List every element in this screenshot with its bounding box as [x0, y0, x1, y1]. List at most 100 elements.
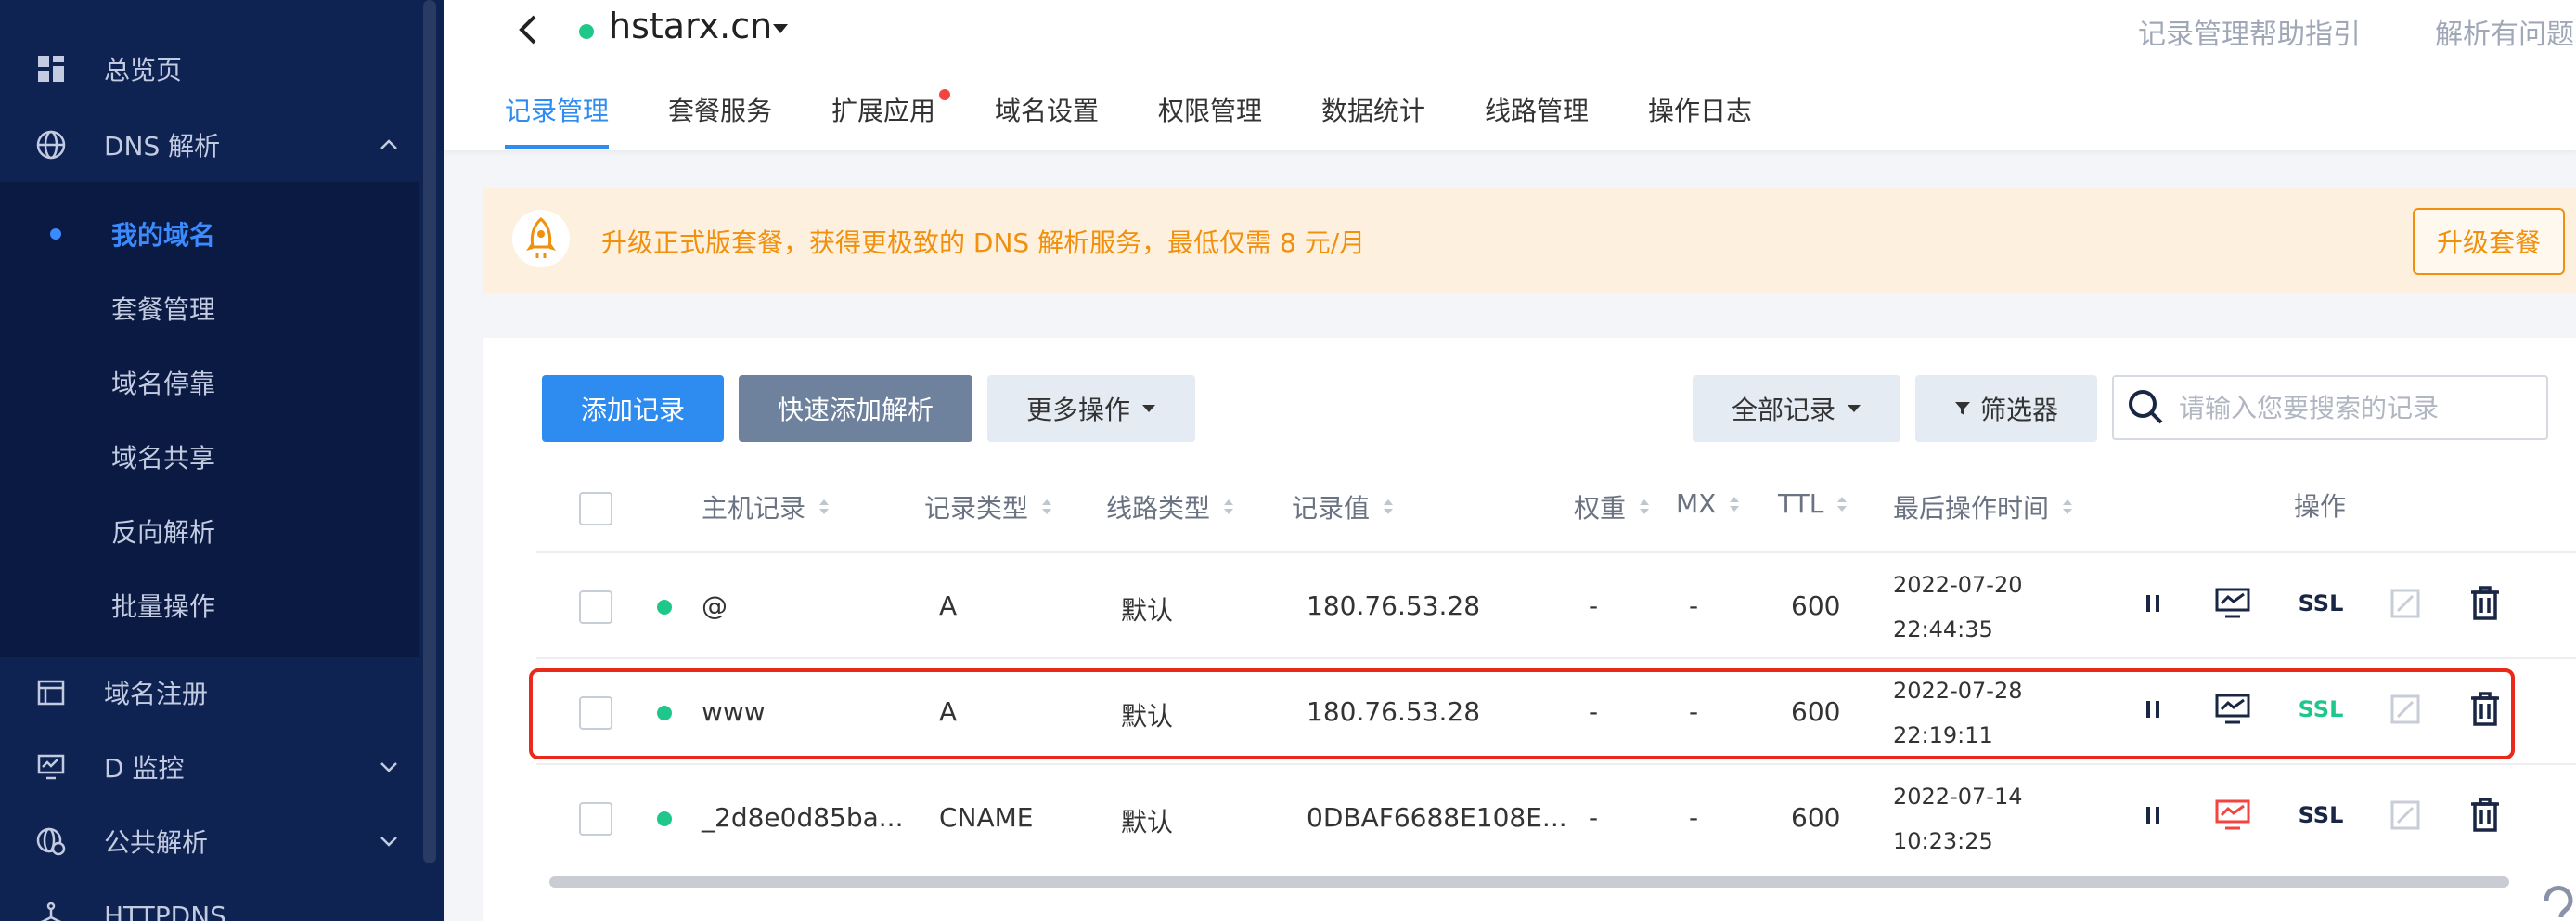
sidebar-item-public-dns[interactable]: 公共解析 — [0, 804, 419, 878]
column-value-label: 记录值 — [1292, 493, 1371, 524]
status-dot — [657, 811, 672, 826]
column-type[interactable]: 记录类型 — [924, 488, 1052, 525]
cell-date: 2022-07-14 — [1893, 784, 2023, 810]
sort-icon — [1224, 499, 1234, 514]
all-records-dropdown[interactable]: 全部记录 — [1693, 375, 1900, 442]
sidebar-item-label: DNS 解析 — [104, 131, 221, 162]
delete-icon[interactable] — [2465, 583, 2505, 624]
dashboard-icon — [35, 53, 67, 84]
caret-down-icon — [1142, 405, 1155, 412]
domain-status-dot — [579, 24, 594, 39]
quick-add-button[interactable]: 快速添加解析 — [739, 375, 972, 442]
select-all-checkbox[interactable] — [579, 492, 612, 525]
sidebar-scrollbar[interactable] — [423, 0, 436, 863]
tab-operation-log[interactable]: 操作日志 — [1648, 91, 1752, 128]
column-weight[interactable]: 权重 — [1574, 488, 1650, 525]
cell-mx: - — [1689, 590, 1699, 621]
cell-mx: - — [1689, 802, 1699, 833]
search-box[interactable] — [2112, 375, 2548, 440]
sort-icon — [1837, 496, 1848, 512]
help-guide-link[interactable]: 记录管理帮助指引 — [2138, 11, 2361, 52]
help-float-icon[interactable] — [2533, 856, 2576, 921]
chevron-down-icon — [375, 827, 403, 855]
monitor-icon — [35, 751, 67, 783]
sidebar-subitem-label: 域名共享 — [111, 443, 216, 473]
tab-extensions[interactable]: 扩展应用 — [831, 91, 935, 128]
network-icon — [35, 900, 67, 921]
upgrade-package-button[interactable]: 升级套餐 — [2413, 208, 2565, 275]
ssl-button[interactable]: SSL — [2296, 795, 2346, 836]
tab-permissions[interactable]: 权限管理 — [1158, 91, 1262, 128]
edit-icon[interactable] — [2385, 795, 2426, 836]
sidebar-subitem-batch[interactable]: 批量操作 — [0, 568, 419, 642]
sidebar-item-httpdns[interactable]: HTTPDNS — [0, 878, 419, 921]
tab-statistics[interactable]: 数据统计 — [1321, 91, 1425, 128]
tab-domain-settings[interactable]: 域名设置 — [995, 91, 1099, 128]
column-mx[interactable]: MX — [1676, 488, 1740, 519]
column-host[interactable]: 主机记录 — [702, 488, 830, 525]
sidebar-subitem-package[interactable]: 套餐管理 — [0, 271, 419, 345]
add-record-button[interactable]: 添加记录 — [542, 375, 724, 442]
ssl-button[interactable]: SSL — [2296, 583, 2346, 624]
cell-ttl: 600 — [1791, 802, 1841, 833]
cell-date: 2022-07-20 — [1893, 572, 2023, 598]
more-actions-button[interactable]: 更多操作 — [987, 375, 1195, 442]
tab-line-management[interactable]: 线路管理 — [1485, 91, 1589, 128]
sidebar-subitem-reverse[interactable]: 反向解析 — [0, 494, 419, 568]
row-divider — [536, 763, 2576, 765]
sidebar-item-label: D 监控 — [104, 753, 185, 784]
row-divider — [536, 657, 2576, 659]
sidebar-item-monitor[interactable]: D 监控 — [0, 730, 419, 804]
sidebar-item-domain-register[interactable]: 域名注册 — [0, 655, 419, 730]
more-actions-label: 更多操作 — [1025, 395, 1130, 425]
highlight-box — [529, 668, 2515, 759]
all-records-label: 全部记录 — [1731, 395, 1835, 425]
sidebar-subitem-parking[interactable]: 域名停靠 — [0, 345, 419, 420]
sidebar-item-dns[interactable]: DNS 解析 — [0, 108, 419, 182]
edit-icon[interactable] — [2385, 583, 2426, 624]
row-divider — [536, 551, 2576, 553]
sidebar-item-label: 总览页 — [104, 55, 183, 85]
back-arrow-icon[interactable] — [509, 7, 546, 52]
search-input[interactable] — [2179, 377, 2541, 438]
monitor-icon[interactable] — [2212, 583, 2253, 624]
sidebar-item-overview[interactable]: 总览页 — [0, 32, 419, 106]
sort-icon — [1042, 499, 1052, 514]
caret-down-icon[interactable] — [770, 20, 791, 37]
tab-package-service[interactable]: 套餐服务 — [668, 91, 772, 128]
tab-record-management[interactable]: 记录管理 — [505, 91, 609, 128]
filter-button[interactable]: 筛选器 — [1915, 375, 2097, 442]
sidebar: 总览页 DNS 解析 我的域名 套餐管理 域名停靠 域名共享 反向解析 批量操作… — [0, 0, 444, 921]
column-value[interactable]: 记录值 — [1292, 488, 1394, 525]
cell-line: 默认 — [1121, 595, 1174, 626]
domain-title[interactable]: hstarx.cn — [609, 6, 772, 46]
horizontal-scrollbar[interactable] — [549, 876, 2509, 888]
column-weight-label: 权重 — [1574, 493, 1627, 524]
active-tab-indicator — [505, 145, 609, 149]
sidebar-subitem-label: 套餐管理 — [111, 294, 216, 325]
column-line[interactable]: 线路类型 — [1106, 488, 1234, 525]
row-checkbox[interactable] — [579, 590, 612, 624]
sidebar-subitem-my-domains[interactable]: 我的域名 — [0, 197, 419, 271]
column-ttl[interactable]: TTL — [1778, 488, 1848, 519]
cell-value: 180.76.53.28 — [1307, 590, 1481, 621]
sidebar-subitem-label: 反向解析 — [111, 517, 216, 548]
sort-icon — [1640, 499, 1650, 514]
delete-icon[interactable] — [2465, 795, 2505, 836]
pause-icon[interactable] — [2132, 583, 2173, 624]
status-dot — [657, 600, 672, 615]
sidebar-item-label: 域名注册 — [104, 679, 209, 709]
dns-problem-link[interactable]: 解析有问题 — [2435, 11, 2574, 52]
sidebar-subitem-label: 域名停靠 — [111, 369, 216, 399]
column-last-modified[interactable]: 最后操作时间 — [1893, 488, 2073, 525]
sort-icon — [2063, 499, 2073, 514]
cell-host: _2d8e0d85ba... — [702, 802, 904, 833]
sidebar-subitem-sharing[interactable]: 域名共享 — [0, 420, 419, 494]
monitor-alert-icon[interactable] — [2212, 795, 2253, 836]
row-checkbox[interactable] — [579, 802, 612, 836]
filter-icon — [1954, 402, 1970, 415]
column-actions: 操作 — [2294, 491, 2347, 522]
pause-icon[interactable] — [2132, 795, 2173, 836]
public-dns-icon — [35, 825, 67, 857]
chevron-down-icon — [375, 753, 403, 781]
